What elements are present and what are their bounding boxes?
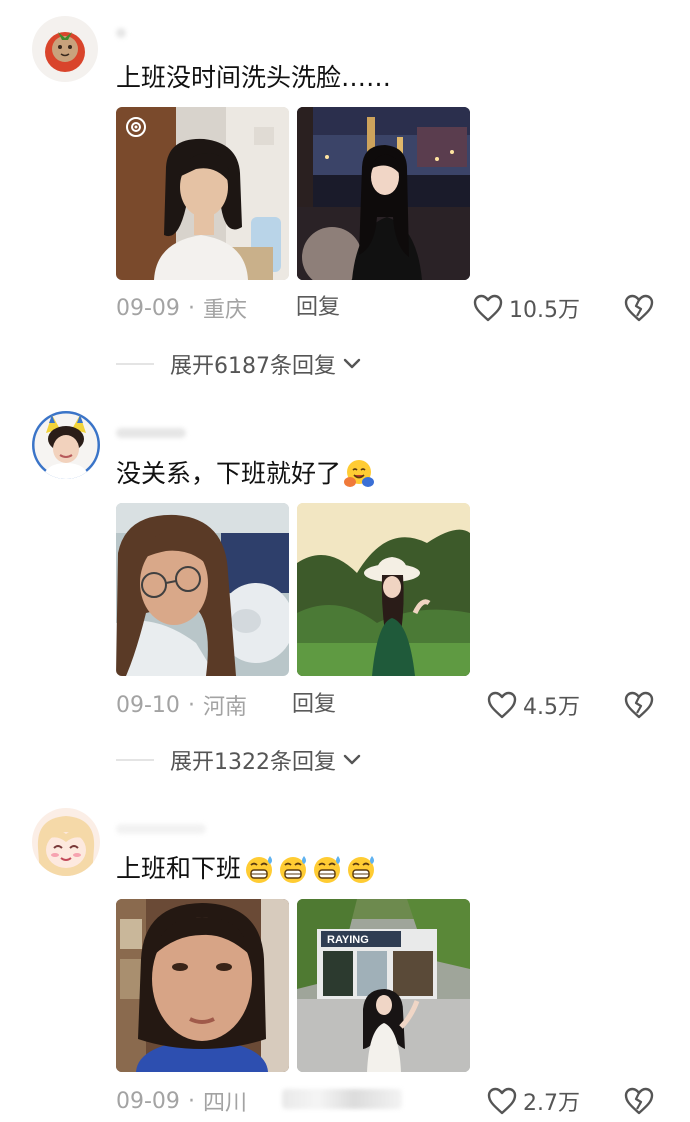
comment-text-content: 上班没时间洗头洗脸…… [116, 63, 392, 92]
expand-replies-label: 展开1322条回复 [170, 750, 336, 775]
heart-outline-icon [473, 294, 503, 322]
live-photo-icon [124, 115, 148, 139]
comment-photo[interactable] [297, 107, 470, 280]
comment-meta: 09-09 · 四川 [116, 1086, 247, 1117]
comment-text: 没关系，下班就好了 [116, 458, 375, 490]
svg-text:RAYING: RAYING [327, 934, 369, 946]
heart-outline-icon [487, 1087, 517, 1115]
comment-text-content: 没关系，下班就好了 [116, 459, 342, 488]
comment-location: 四川 [202, 1091, 247, 1116]
reply-button-blurred[interactable] [282, 1088, 402, 1118]
comment-photo[interactable]: RAYING [297, 899, 470, 1072]
grinning-sweat-emoji [246, 856, 273, 883]
comment-photo[interactable] [297, 503, 470, 676]
comment-meta: 09-10 · 河南 [116, 690, 247, 721]
comment-date: 09-10 [116, 692, 180, 718]
comment-text: 上班没时间洗头洗脸…… [116, 62, 391, 94]
dislike-button[interactable] [623, 293, 655, 323]
username-blurred[interactable] [116, 426, 276, 442]
meta-separator: · [187, 295, 195, 321]
like-button[interactable]: 10.5万 [473, 293, 580, 323]
comment-location: 河南 [202, 695, 247, 720]
comment-text-content: 上班和下班 [116, 854, 242, 883]
comment-date: 09-09 [116, 295, 180, 321]
username-blurred[interactable] [116, 822, 276, 838]
comment-date: 09-09 [116, 1088, 180, 1114]
grinning-sweat-emoji [348, 856, 375, 883]
expand-divider [116, 759, 154, 761]
expand-replies-button[interactable]: 展开1322条回复 [116, 745, 362, 775]
like-count: 2.7万 [523, 1091, 580, 1116]
comment-location: 重庆 [202, 298, 247, 323]
reply-button[interactable]: 回复 [296, 293, 340, 323]
meta-separator: · [187, 692, 195, 718]
expand-divider [116, 363, 154, 365]
comment-text: 上班和下班 [116, 853, 377, 885]
comment-photo[interactable] [116, 899, 289, 1072]
broken-heart-icon [624, 294, 654, 322]
hugging-face-emoji [344, 460, 375, 487]
like-button[interactable]: 4.5万 [487, 690, 580, 720]
like-button[interactable]: 2.7万 [487, 1086, 580, 1116]
grinning-sweat-emoji [280, 856, 307, 883]
grinning-sweat-emoji [314, 856, 341, 883]
chevron-down-icon [343, 358, 361, 369]
avatar[interactable] [32, 16, 98, 82]
avatar[interactable] [32, 808, 100, 876]
avatar[interactable] [32, 411, 100, 479]
comment-photo[interactable] [116, 107, 289, 280]
like-count: 10.5万 [509, 298, 580, 323]
meta-separator: · [187, 1088, 195, 1114]
dislike-button[interactable] [623, 690, 655, 720]
reply-button[interactable]: 回复 [292, 690, 336, 720]
chevron-down-icon [343, 754, 361, 765]
heart-outline-icon [487, 691, 517, 719]
broken-heart-icon [624, 1087, 654, 1115]
like-count: 4.5万 [523, 695, 580, 720]
broken-heart-icon [624, 691, 654, 719]
expand-replies-button[interactable]: 展开6187条回复 [116, 349, 362, 379]
dislike-button[interactable] [623, 1086, 655, 1116]
comment-photo[interactable] [116, 503, 289, 676]
blurred-watermark [282, 1089, 402, 1109]
username-blurred[interactable] [116, 26, 276, 42]
comment-meta: 09-09 · 重庆 [116, 293, 247, 324]
expand-replies-label: 展开6187条回复 [170, 354, 336, 379]
